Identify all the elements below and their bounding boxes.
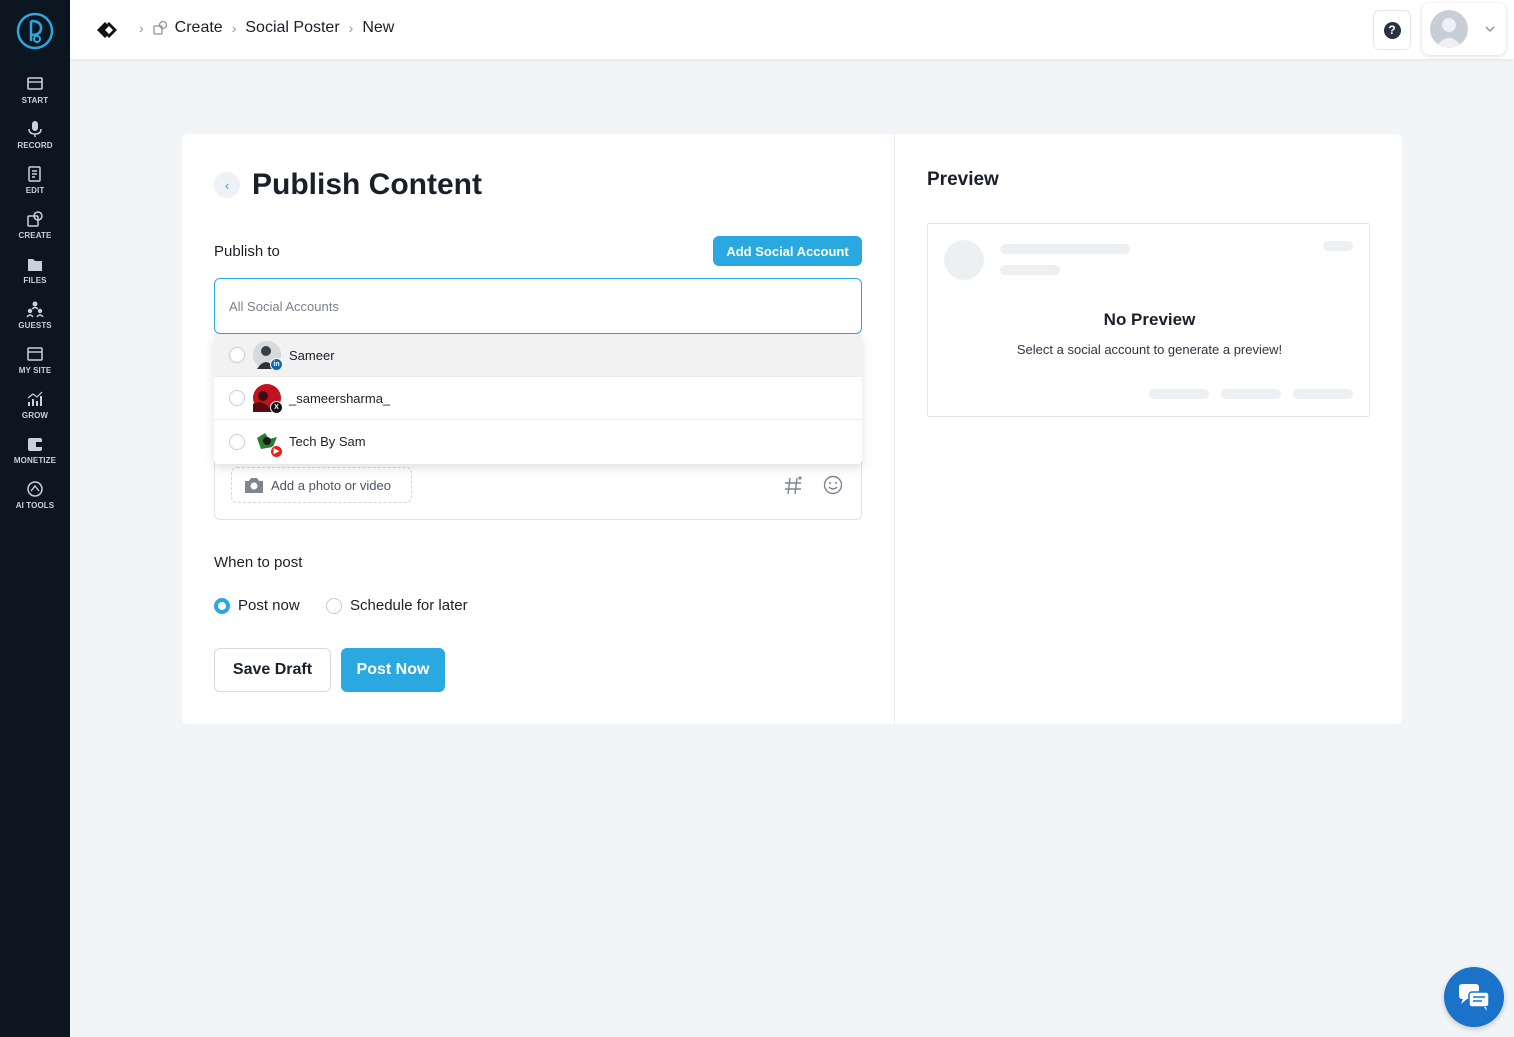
- hashtag-icon[interactable]: [783, 475, 805, 497]
- sidebar-item-guests[interactable]: GUESTS: [0, 300, 70, 340]
- edit-icon: [28, 166, 41, 182]
- schedule-option-label: Schedule for later: [350, 597, 468, 614]
- account-option-sameersharma[interactable]: X _sameersharma_: [214, 377, 862, 420]
- no-preview-subtitle: Select a social account to generate a pr…: [1016, 342, 1283, 357]
- avatar: ▶: [253, 427, 283, 458]
- accounts-dropdown: in Sameer X _sameersharma_ ▶ Tech By Sam: [214, 334, 862, 464]
- add-social-account-button[interactable]: Add Social Account: [713, 236, 862, 266]
- account-option-sameer[interactable]: in Sameer: [214, 334, 862, 377]
- account-radio[interactable]: [229, 433, 245, 450]
- post-now-button[interactable]: Post Now: [341, 648, 445, 692]
- skeleton-avatar: [944, 240, 984, 280]
- preview-title: Preview: [927, 169, 999, 190]
- radio-selected[interactable]: [214, 597, 230, 614]
- account-radio[interactable]: [229, 347, 245, 363]
- breadcrumb-social-poster[interactable]: Social Poster: [245, 19, 339, 37]
- chat-icon: [1459, 984, 1490, 1011]
- sidebar-item-my-site[interactable]: MY SITE: [0, 345, 70, 385]
- chevron-left-icon: ‹: [224, 177, 230, 193]
- grow-icon: [27, 391, 43, 406]
- sidebar-item-label: MY SITE: [18, 366, 52, 375]
- sidebar-item-ai-tools[interactable]: AI TOOLS: [0, 480, 70, 520]
- skeleton-line: [1293, 389, 1353, 399]
- sidebar-item-label: AI TOOLS: [15, 501, 55, 510]
- chevron-right-icon: ›: [139, 20, 144, 36]
- ai-tools-icon: [27, 481, 43, 497]
- when-to-post-label: When to post: [214, 554, 303, 571]
- preview-panel: No Preview Select a social account to ge…: [927, 223, 1370, 417]
- sidebar-item-files[interactable]: FILES: [0, 255, 70, 295]
- add-media-button[interactable]: Add a photo or video: [231, 467, 412, 503]
- sidebar-item-label: RECORD: [17, 141, 53, 150]
- post-now-option[interactable]: Post now: [214, 597, 300, 614]
- breadcrumb: › Create › Social Poster › New: [130, 19, 394, 37]
- youtube-icon: ▶: [270, 444, 283, 458]
- account-name: Sameer: [289, 347, 335, 363]
- sidebar-item-label: EDIT: [25, 186, 45, 195]
- sidebar-item-label: CREATE: [18, 231, 52, 240]
- emoji-icon[interactable]: [823, 475, 843, 495]
- sidebar-item-label: FILES: [23, 276, 47, 285]
- no-preview-title: No Preview: [1103, 310, 1196, 329]
- sidebar-item-start[interactable]: START: [0, 75, 70, 115]
- sidebar-item-monetize[interactable]: MONETIZE: [0, 435, 70, 475]
- publish-card: ‹ Publish Content Publish to Add Social …: [182, 134, 1402, 724]
- my-site-icon: [27, 347, 43, 361]
- skeleton-line: [1149, 389, 1209, 399]
- post-now-option-label: Post now: [238, 597, 300, 614]
- sidebar: START RECORD EDIT CREATE FILES GUESTS MY…: [0, 0, 70, 1037]
- sidebar-item-create[interactable]: CREATE: [0, 210, 70, 250]
- sidebar-item-label: GROW: [21, 411, 49, 420]
- chevron-right-icon: ›: [231, 20, 237, 36]
- camera-icon: [245, 478, 263, 493]
- skeleton-line: [1000, 265, 1060, 275]
- app-logo-icon[interactable]: [15, 11, 55, 51]
- account-option-tech-by-sam[interactable]: ▶ Tech By Sam: [214, 420, 862, 463]
- page-title: Publish Content: [252, 168, 482, 201]
- avatar: X: [253, 384, 283, 414]
- column-divider: [894, 134, 895, 724]
- microphone-icon: [28, 121, 42, 137]
- start-icon: [27, 77, 43, 90]
- chevron-right-icon: ›: [348, 20, 354, 36]
- top-header: › Create › Social Poster › New ?: [70, 0, 1514, 59]
- publish-to-label: Publish to: [214, 243, 280, 260]
- breadcrumb-create[interactable]: Create: [175, 19, 223, 37]
- schedule-later-option[interactable]: Schedule for later: [326, 597, 468, 614]
- save-draft-button[interactable]: Save Draft: [214, 648, 331, 692]
- sidebar-item-record[interactable]: RECORD: [0, 120, 70, 160]
- account-radio[interactable]: [229, 390, 245, 406]
- skeleton-line: [1000, 244, 1130, 254]
- breadcrumb-new: New: [362, 19, 395, 36]
- social-accounts-select[interactable]: All Social Accounts: [214, 278, 862, 334]
- sidebar-item-grow[interactable]: GROW: [0, 390, 70, 430]
- create-icon: [27, 211, 43, 227]
- add-media-label: Add a photo or video: [271, 477, 391, 493]
- create-crumb-icon: [153, 20, 167, 35]
- account-name: _sameersharma_: [289, 390, 391, 406]
- sidebar-item-edit[interactable]: EDIT: [0, 165, 70, 205]
- chat-support-button[interactable]: [1444, 967, 1504, 1027]
- sidebar-item-label: START: [21, 96, 49, 105]
- monetize-icon: [28, 438, 42, 451]
- user-silhouette-icon: [1435, 18, 1463, 48]
- question-icon: ?: [1383, 21, 1401, 39]
- x-icon: X: [270, 401, 283, 414]
- sidebar-item-label: GUESTS: [18, 321, 52, 330]
- radio-unselected[interactable]: [326, 597, 342, 614]
- avatar: [1430, 10, 1468, 48]
- back-button[interactable]: ‹: [214, 172, 240, 198]
- guests-icon: [26, 301, 44, 318]
- avatar: in: [253, 341, 283, 371]
- skeleton-line: [1323, 241, 1353, 251]
- profile-menu-button[interactable]: [1422, 3, 1506, 55]
- chevron-down-icon: [1485, 26, 1495, 33]
- brand-logo-icon[interactable]: [94, 17, 120, 43]
- skeleton-line: [1221, 389, 1281, 399]
- files-icon: [28, 259, 42, 271]
- linkedin-icon: in: [270, 358, 283, 371]
- account-name: Tech By Sam: [289, 434, 366, 449]
- sidebar-item-label: MONETIZE: [13, 456, 57, 465]
- help-button[interactable]: ?: [1373, 10, 1411, 50]
